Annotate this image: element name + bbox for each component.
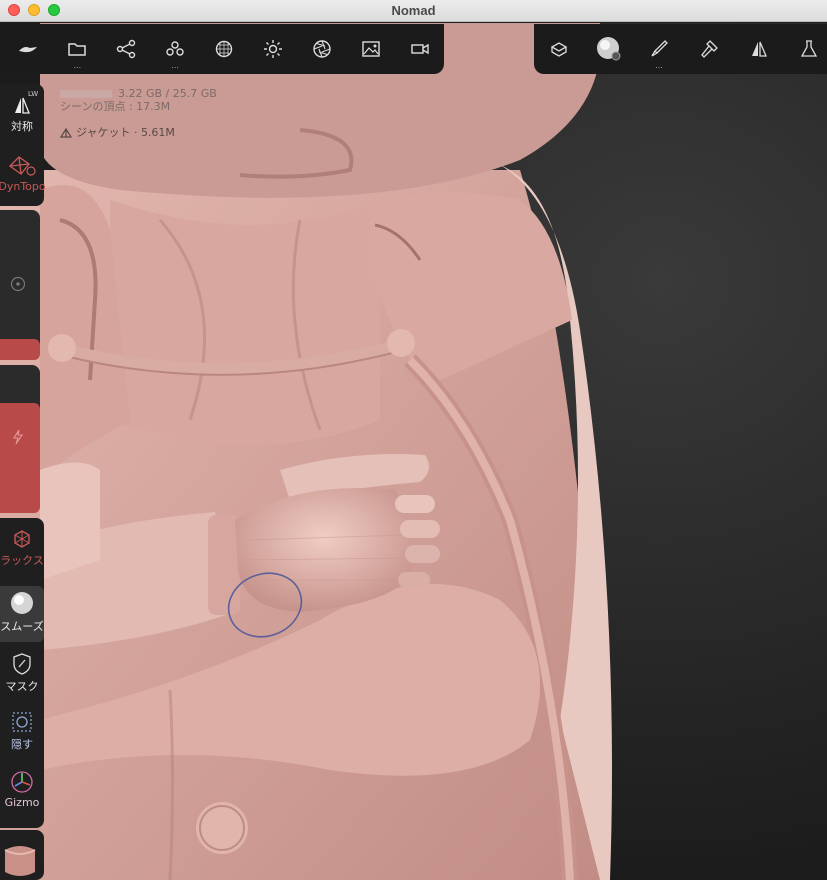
settings-button[interactable] <box>784 24 827 74</box>
hammer-icon <box>701 40 718 58</box>
video-button[interactable] <box>395 24 444 74</box>
smooth-label: スムーズ <box>0 620 44 633</box>
vertex-count: シーンの頂点 : 17.3M <box>60 100 171 113</box>
camera-button[interactable] <box>297 24 346 74</box>
left-panel-top: 対称 LW DynTopo <box>0 84 46 206</box>
paint-button[interactable]: ... <box>634 24 684 74</box>
gizmo-tool[interactable]: Gizmo <box>0 770 44 809</box>
symmetry-mode-tag: LW <box>28 90 39 98</box>
symmetry-toggle[interactable]: 対称 <box>0 96 44 134</box>
radius-slider-fill <box>0 339 40 360</box>
symmetry-icon <box>15 97 30 114</box>
mask-tool[interactable]: マスク <box>0 652 44 694</box>
light-icon <box>263 40 282 58</box>
material-button[interactable] <box>584 24 634 74</box>
hide-label: 隠す <box>11 738 33 751</box>
relax-icon <box>14 530 30 548</box>
folder-icon <box>68 43 87 56</box>
layers-box-icon <box>550 42 568 57</box>
nomad-menu-button[interactable] <box>4 24 53 74</box>
symmetry-icon <box>752 41 767 57</box>
title-bar: Nomad <box>0 0 827 22</box>
minimize-window-button[interactable] <box>28 4 40 16</box>
tools-button[interactable] <box>684 24 734 74</box>
object-thumbnail-panel[interactable] <box>0 830 44 880</box>
scene-info: 3.22 GB / 25.7 GB シーンの頂点 : 17.3M ジャケット ·… <box>60 87 217 139</box>
topology-button[interactable] <box>200 24 249 74</box>
lighting-button[interactable] <box>248 24 297 74</box>
gizmo-label: Gizmo <box>4 796 40 809</box>
relax-label: ラックス <box>0 554 44 567</box>
window-controls <box>8 4 60 16</box>
gizmo-icon <box>11 771 33 793</box>
lightning-icon <box>13 429 24 445</box>
flask-icon <box>800 40 818 57</box>
scene-button[interactable] <box>102 24 151 74</box>
close-window-button[interactable] <box>8 4 20 16</box>
memory-bar <box>60 90 112 98</box>
radius-icon <box>10 276 26 292</box>
object-thumbnail <box>4 846 36 876</box>
mask-shield-icon <box>13 653 31 675</box>
image-icon <box>361 41 380 57</box>
main-toolbar: ... ... <box>0 24 444 74</box>
primitives-button[interactable]: ... <box>151 24 200 74</box>
intensity-slider[interactable] <box>0 365 40 513</box>
nomad-logo-icon <box>19 47 38 53</box>
intensity-slider-fill <box>0 403 40 513</box>
background-button[interactable] <box>346 24 395 74</box>
tool-toolbar: ... <box>534 24 827 74</box>
symmetry-button[interactable] <box>734 24 784 74</box>
dyntopo-label: DynTopo <box>0 180 46 193</box>
hide-tool[interactable]: 隠す <box>0 710 44 752</box>
paint-brush-icon <box>651 40 668 57</box>
window-title: Nomad <box>391 3 436 18</box>
layers-button[interactable] <box>534 24 584 74</box>
more-dots: ... <box>655 61 663 70</box>
mesh-icon <box>60 127 72 138</box>
relax-tool[interactable]: ラックス <box>0 528 44 568</box>
smooth-tool[interactable]: スムーズ <box>0 586 44 642</box>
dyntopo-icon <box>9 156 36 176</box>
sculpt-viewport[interactable] <box>0 23 827 880</box>
memory-usage: 3.22 GB / 25.7 GB <box>60 87 217 100</box>
memory-text: 3.22 GB / 25.7 GB <box>118 87 217 100</box>
more-dots: ... <box>73 61 82 70</box>
more-dots: ... <box>171 61 179 70</box>
material-sphere-icon <box>597 37 621 61</box>
maximize-window-button[interactable] <box>48 4 60 16</box>
mask-label: マスク <box>5 680 39 693</box>
active-object-label: ジャケット · 5.61M <box>76 126 175 139</box>
left-panel-tools: ラックス スムーズ マスク 隠す Gizmo <box>0 518 44 828</box>
radius-slider[interactable] <box>0 210 40 360</box>
video-camera-icon <box>410 43 429 55</box>
topology-icon <box>215 40 233 58</box>
hide-icon <box>12 712 32 732</box>
active-object: ジャケット · 5.61M <box>60 126 217 139</box>
smooth-sphere-icon <box>11 592 33 614</box>
scene-graph-icon <box>117 39 136 59</box>
sculpt-model <box>0 23 612 880</box>
primitives-icon <box>166 41 184 56</box>
symmetry-label: 対称 <box>11 120 33 133</box>
camera-aperture-icon <box>313 40 331 58</box>
files-button[interactable]: ... <box>53 24 102 74</box>
dyntopo-toggle[interactable]: DynTopo <box>0 152 46 193</box>
